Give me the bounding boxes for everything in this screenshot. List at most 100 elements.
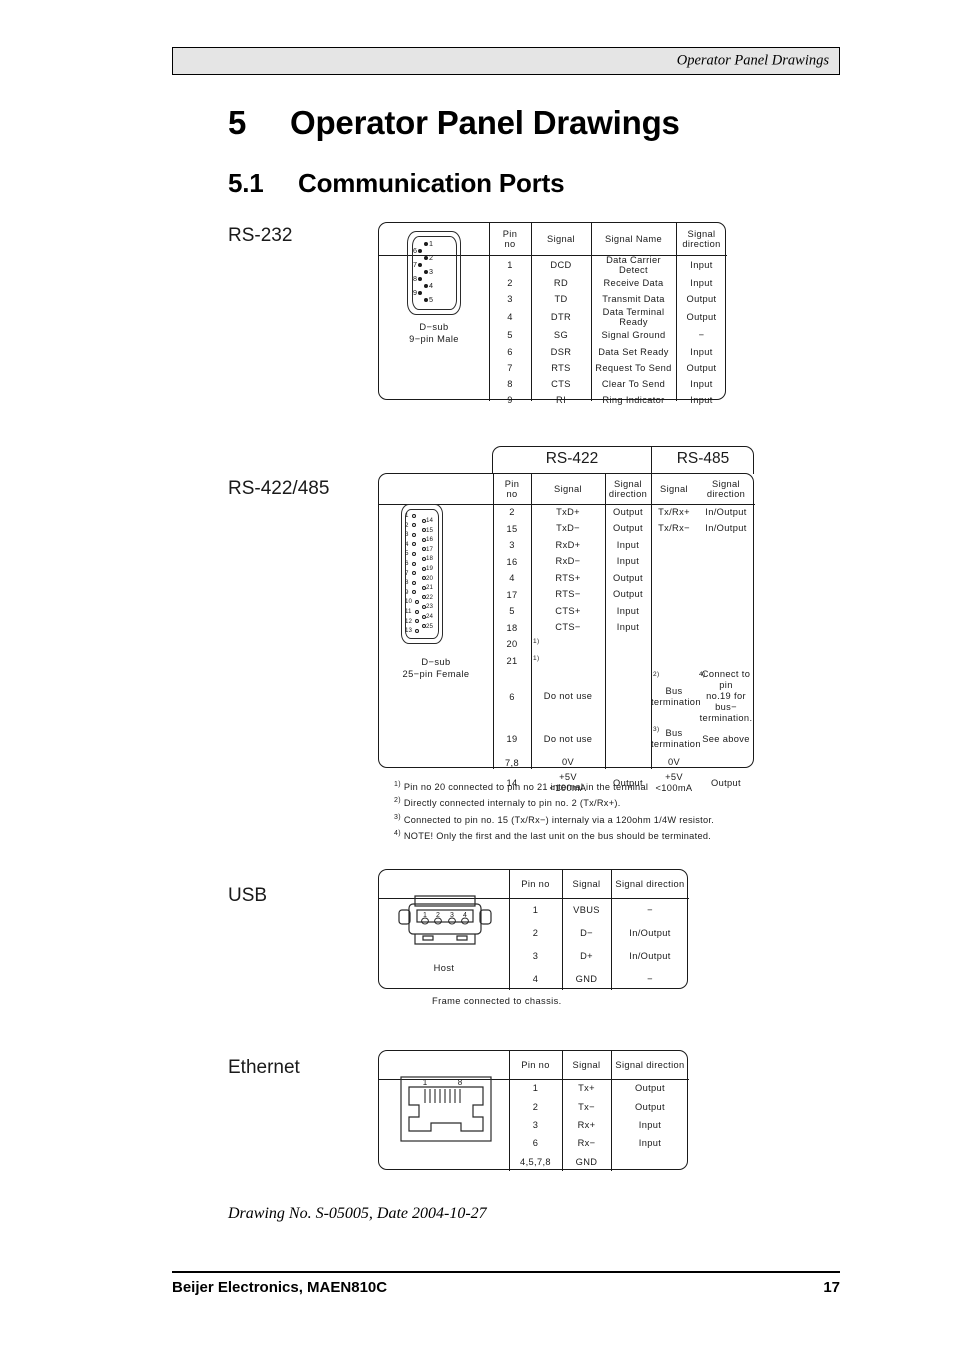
table-row: 7,8 0V 0V bbox=[493, 754, 755, 771]
rs422-cell-signal: RxD+ bbox=[531, 537, 605, 554]
group-header-rs485: RS-485 bbox=[676, 450, 730, 467]
rs422-cell-pin: 20 bbox=[506, 639, 518, 650]
rs422-cell-pin: 21 bbox=[506, 655, 518, 666]
rs485-cell-dir bbox=[697, 754, 755, 771]
ethernet-cell-dir: Input bbox=[638, 1119, 662, 1130]
dsub25-pin-label-14: 14 bbox=[426, 517, 433, 524]
dsub25-pin-label-23: 23 bbox=[426, 603, 433, 611]
rs422-cell-signal: 0V bbox=[531, 754, 605, 771]
rs422-cell-dir: Input bbox=[605, 537, 651, 554]
rs485-cell-signal: 0V bbox=[651, 754, 697, 771]
rs485-cell-dir-text: Connect to pin no.19 for bus− termination. bbox=[699, 669, 753, 723]
dsub25-pin-label-22: 22 bbox=[426, 593, 433, 601]
footnote-text: NOTE! Only the first and the last unit o… bbox=[403, 831, 712, 842]
rs422-cell-signal-text: RTS− bbox=[555, 589, 581, 600]
rs232-cell-name: Transmit Data bbox=[602, 294, 665, 305]
rs422-table-header-row: Pin no Signal Signal direction Signal Sig… bbox=[493, 474, 755, 504]
rs232-cell-pin: 7 bbox=[507, 362, 513, 373]
dsub9-pin-dot-2 bbox=[424, 255, 428, 260]
ethernet-cell-signal: Tx+ bbox=[578, 1083, 595, 1094]
rs422-cell-signal-text: RxD− bbox=[555, 556, 581, 567]
label-rs232: RS-232 bbox=[228, 225, 293, 246]
ethernet-cell-pin: 2 bbox=[532, 1101, 539, 1112]
rs485-cell-dir bbox=[697, 620, 755, 637]
rs422-cell-signal: TxD− bbox=[531, 521, 605, 538]
dsub25-caption-line2: 25−pin Female bbox=[402, 669, 470, 679]
footer-rule bbox=[172, 1271, 840, 1273]
rs232-pin-table: Pin no Signal Signal Name Signal directio… bbox=[489, 223, 727, 408]
rs422-cell-signal-text: TxD+ bbox=[556, 506, 580, 517]
dsub9-connector-drawing: 1 2 3 4 5 6 7 8 9 bbox=[407, 231, 461, 315]
dsub9-pin-label-4: 4 bbox=[429, 281, 433, 290]
rs232-cell-dir: − bbox=[698, 330, 705, 341]
rs422-cell-signal-text: CTS+ bbox=[555, 605, 581, 616]
rs422-th-signal: Signal bbox=[554, 484, 582, 494]
dsub25-connector-drawing: 1 2 3 4 5 6 7 8 9 10 11 12 13 14 15 16 17 18 19 20 21 22 23 24 2… bbox=[401, 504, 443, 644]
rs422-cell-dir-text: Output bbox=[612, 506, 643, 517]
rs485-cell-signal-text: Bus termination bbox=[651, 685, 701, 707]
rs485-cell-signal: Tx/Rx+ bbox=[651, 504, 697, 521]
rs485-cell-signal bbox=[651, 620, 697, 637]
dsub25-pin-label-11: 11 bbox=[405, 608, 412, 615]
table-row: 15 TxD− Output Tx/Rx− In/Output bbox=[493, 521, 755, 538]
label-rs422-485: RS-422/485 bbox=[228, 478, 330, 499]
rs485-cell-signal-text: Tx/Rx− bbox=[658, 523, 690, 534]
table-row: 18 CTS− Input bbox=[493, 620, 755, 637]
rs485-cell-signal bbox=[651, 587, 697, 604]
rs422-cell-signal: 1) bbox=[531, 636, 605, 653]
rs422-cell-dir bbox=[605, 636, 651, 653]
usb-pin-label-3: 3 bbox=[450, 912, 454, 919]
table-row: 16 RxD− Input bbox=[493, 554, 755, 571]
dsub25-pin-label-8: 8 bbox=[405, 579, 409, 587]
usb-cell-signal: D+ bbox=[580, 950, 593, 961]
rs232-cell-signal: CTS bbox=[551, 379, 571, 390]
table-row: 4 GND − bbox=[509, 967, 689, 990]
dsub9-pin-label-6: 6 bbox=[413, 246, 417, 255]
dsub25-pin-label-5: 5 bbox=[405, 550, 409, 558]
usb-cell-pin: 2 bbox=[532, 927, 539, 938]
rs232-cell-dir: Output bbox=[686, 312, 717, 323]
rs232-cell-signal: DSR bbox=[550, 346, 572, 357]
usb-cell-signal: GND bbox=[575, 973, 598, 984]
rs232-cell-pin: 3 bbox=[507, 294, 513, 305]
rs232-table-header-row: Pin no Signal Signal Name Signal directio… bbox=[489, 223, 727, 255]
dsub25-pin-ring-6 bbox=[412, 561, 417, 566]
dsub9-caption-line2: 9−pin Male bbox=[409, 334, 459, 344]
running-header-title: Operator Panel Drawings bbox=[676, 52, 829, 69]
usb-connector-drawing: 1 2 3 4 bbox=[397, 892, 493, 954]
rs485-cell-signal bbox=[651, 554, 697, 571]
rs232-cell-pin: 4 bbox=[507, 312, 513, 323]
ethernet-cell-signal: GND bbox=[575, 1156, 598, 1167]
rs485-cell-dir bbox=[697, 636, 755, 653]
rs485-cell-signal bbox=[651, 603, 697, 620]
usb-th-signal-direction: Signal direction bbox=[615, 879, 685, 889]
drawing-number-caption: Drawing No. S-05005, Date 2004-10-27 bbox=[228, 1205, 487, 1222]
chapter-number: 5 bbox=[228, 104, 247, 141]
rs232-cell-signal: TD bbox=[554, 294, 568, 305]
rs422-cell-signal-text: RTS+ bbox=[555, 572, 581, 583]
rs485-cell-dir-text: See above bbox=[702, 733, 750, 744]
rs232-cell-dir: Output bbox=[686, 362, 717, 373]
usb-th-signal: Signal bbox=[572, 879, 601, 889]
dsub9-shell bbox=[407, 231, 461, 315]
rs232-th-signal: Signal bbox=[547, 234, 575, 244]
ethernet-cell-pin: 4,5,7,8 bbox=[520, 1156, 551, 1167]
table-row: 4 DTR Data Terminal Ready Output bbox=[489, 307, 727, 327]
ethernet-cell-pin: 1 bbox=[532, 1083, 539, 1094]
rs422-cell-signal: CTS+ bbox=[531, 603, 605, 620]
rs232-cell-name: Data Carrier Detect bbox=[606, 255, 661, 275]
rs422-cell-pin: 6 bbox=[509, 691, 515, 702]
label-usb: USB bbox=[228, 885, 268, 906]
usb-cell-signal: D− bbox=[580, 927, 593, 938]
footnote-marker: 1) bbox=[533, 654, 540, 662]
rs232-cell-name: Request To Send bbox=[595, 362, 672, 373]
rs232-cell-pin: 5 bbox=[507, 330, 513, 341]
rs422-cell-signal: Do not use bbox=[531, 669, 605, 724]
rs422-cell-dir: Output bbox=[605, 587, 651, 604]
rs232-cell-dir: Input bbox=[690, 278, 713, 289]
rs232-th-pin-no: Pin no bbox=[502, 228, 518, 250]
table-row: 6 DSR Data Set Ready Input bbox=[489, 344, 727, 360]
dsub9-pin-dot-4 bbox=[424, 283, 428, 288]
rs232-cell-dir: Input bbox=[690, 379, 713, 390]
rs422-cell-pin: 19 bbox=[506, 734, 518, 744]
